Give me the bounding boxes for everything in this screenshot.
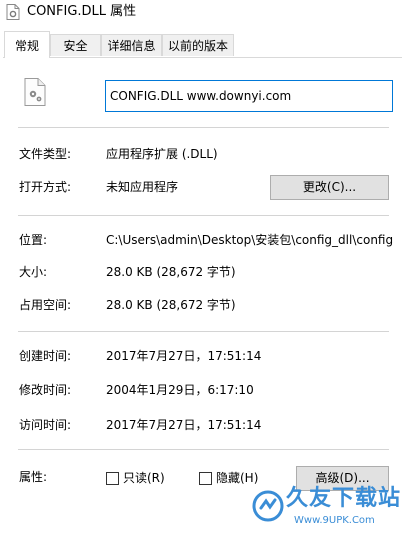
file-name-input[interactable] [105, 80, 393, 112]
window-title: CONFIG.DLL 属性 [27, 4, 137, 19]
created-value: 2017年7月27日，17:51:14 [106, 349, 262, 363]
separator [18, 127, 389, 128]
tab-general[interactable]: 常规 [4, 31, 50, 58]
opens-with-value: 未知应用程序 [106, 180, 179, 194]
modified-label: 修改时间: [19, 383, 72, 397]
attributes-label: 属性: [19, 470, 48, 484]
accessed-value: 2017年7月27日，17:51:14 [106, 418, 262, 432]
watermark: 久友下载站 Www.9UPK.Com [250, 484, 400, 534]
tab-previous-versions[interactable]: 以前的版本 [162, 34, 234, 56]
location-value: C:\Users\admin\Desktop\安装包\config_dll\co… [106, 233, 394, 247]
readonly-label[interactable]: 只读(R) [123, 470, 165, 486]
file-type-value: 应用程序扩展 (.DLL) [106, 147, 218, 161]
created-label: 创建时间: [19, 349, 72, 363]
title-bar: CONFIG.DLL 属性 [0, 0, 402, 26]
separator [18, 215, 389, 216]
watermark-title: 久友下载站 [286, 486, 402, 511]
watermark-url: Www.9UPK.Com [294, 515, 375, 526]
watermark-logo-icon [252, 490, 284, 522]
accessed-label: 访问时间: [19, 418, 72, 432]
location-label: 位置: [19, 233, 48, 247]
tab-security[interactable]: 安全 [50, 34, 101, 56]
opens-with-label: 打开方式: [19, 180, 72, 194]
tab-details[interactable]: 详细信息 [101, 34, 162, 56]
dll-gear-file-icon [24, 78, 46, 106]
tab-divider [3, 57, 402, 58]
hidden-checkbox[interactable] [199, 472, 212, 485]
size-on-disk-label: 占用空间: [19, 298, 72, 312]
separator [18, 331, 389, 332]
separator [18, 449, 389, 450]
file-type-label: 文件类型: [19, 147, 72, 161]
size-label: 大小: [19, 265, 48, 279]
readonly-checkbox[interactable] [106, 472, 119, 485]
modified-value: 2004年1月29日，6:17:10 [106, 383, 254, 397]
dll-file-icon [6, 4, 20, 20]
size-value: 28.0 KB (28,672 字节) [106, 265, 236, 279]
change-button[interactable]: 更改(C)... [270, 175, 389, 200]
size-on-disk-value: 28.0 KB (28,672 字节) [106, 298, 236, 312]
